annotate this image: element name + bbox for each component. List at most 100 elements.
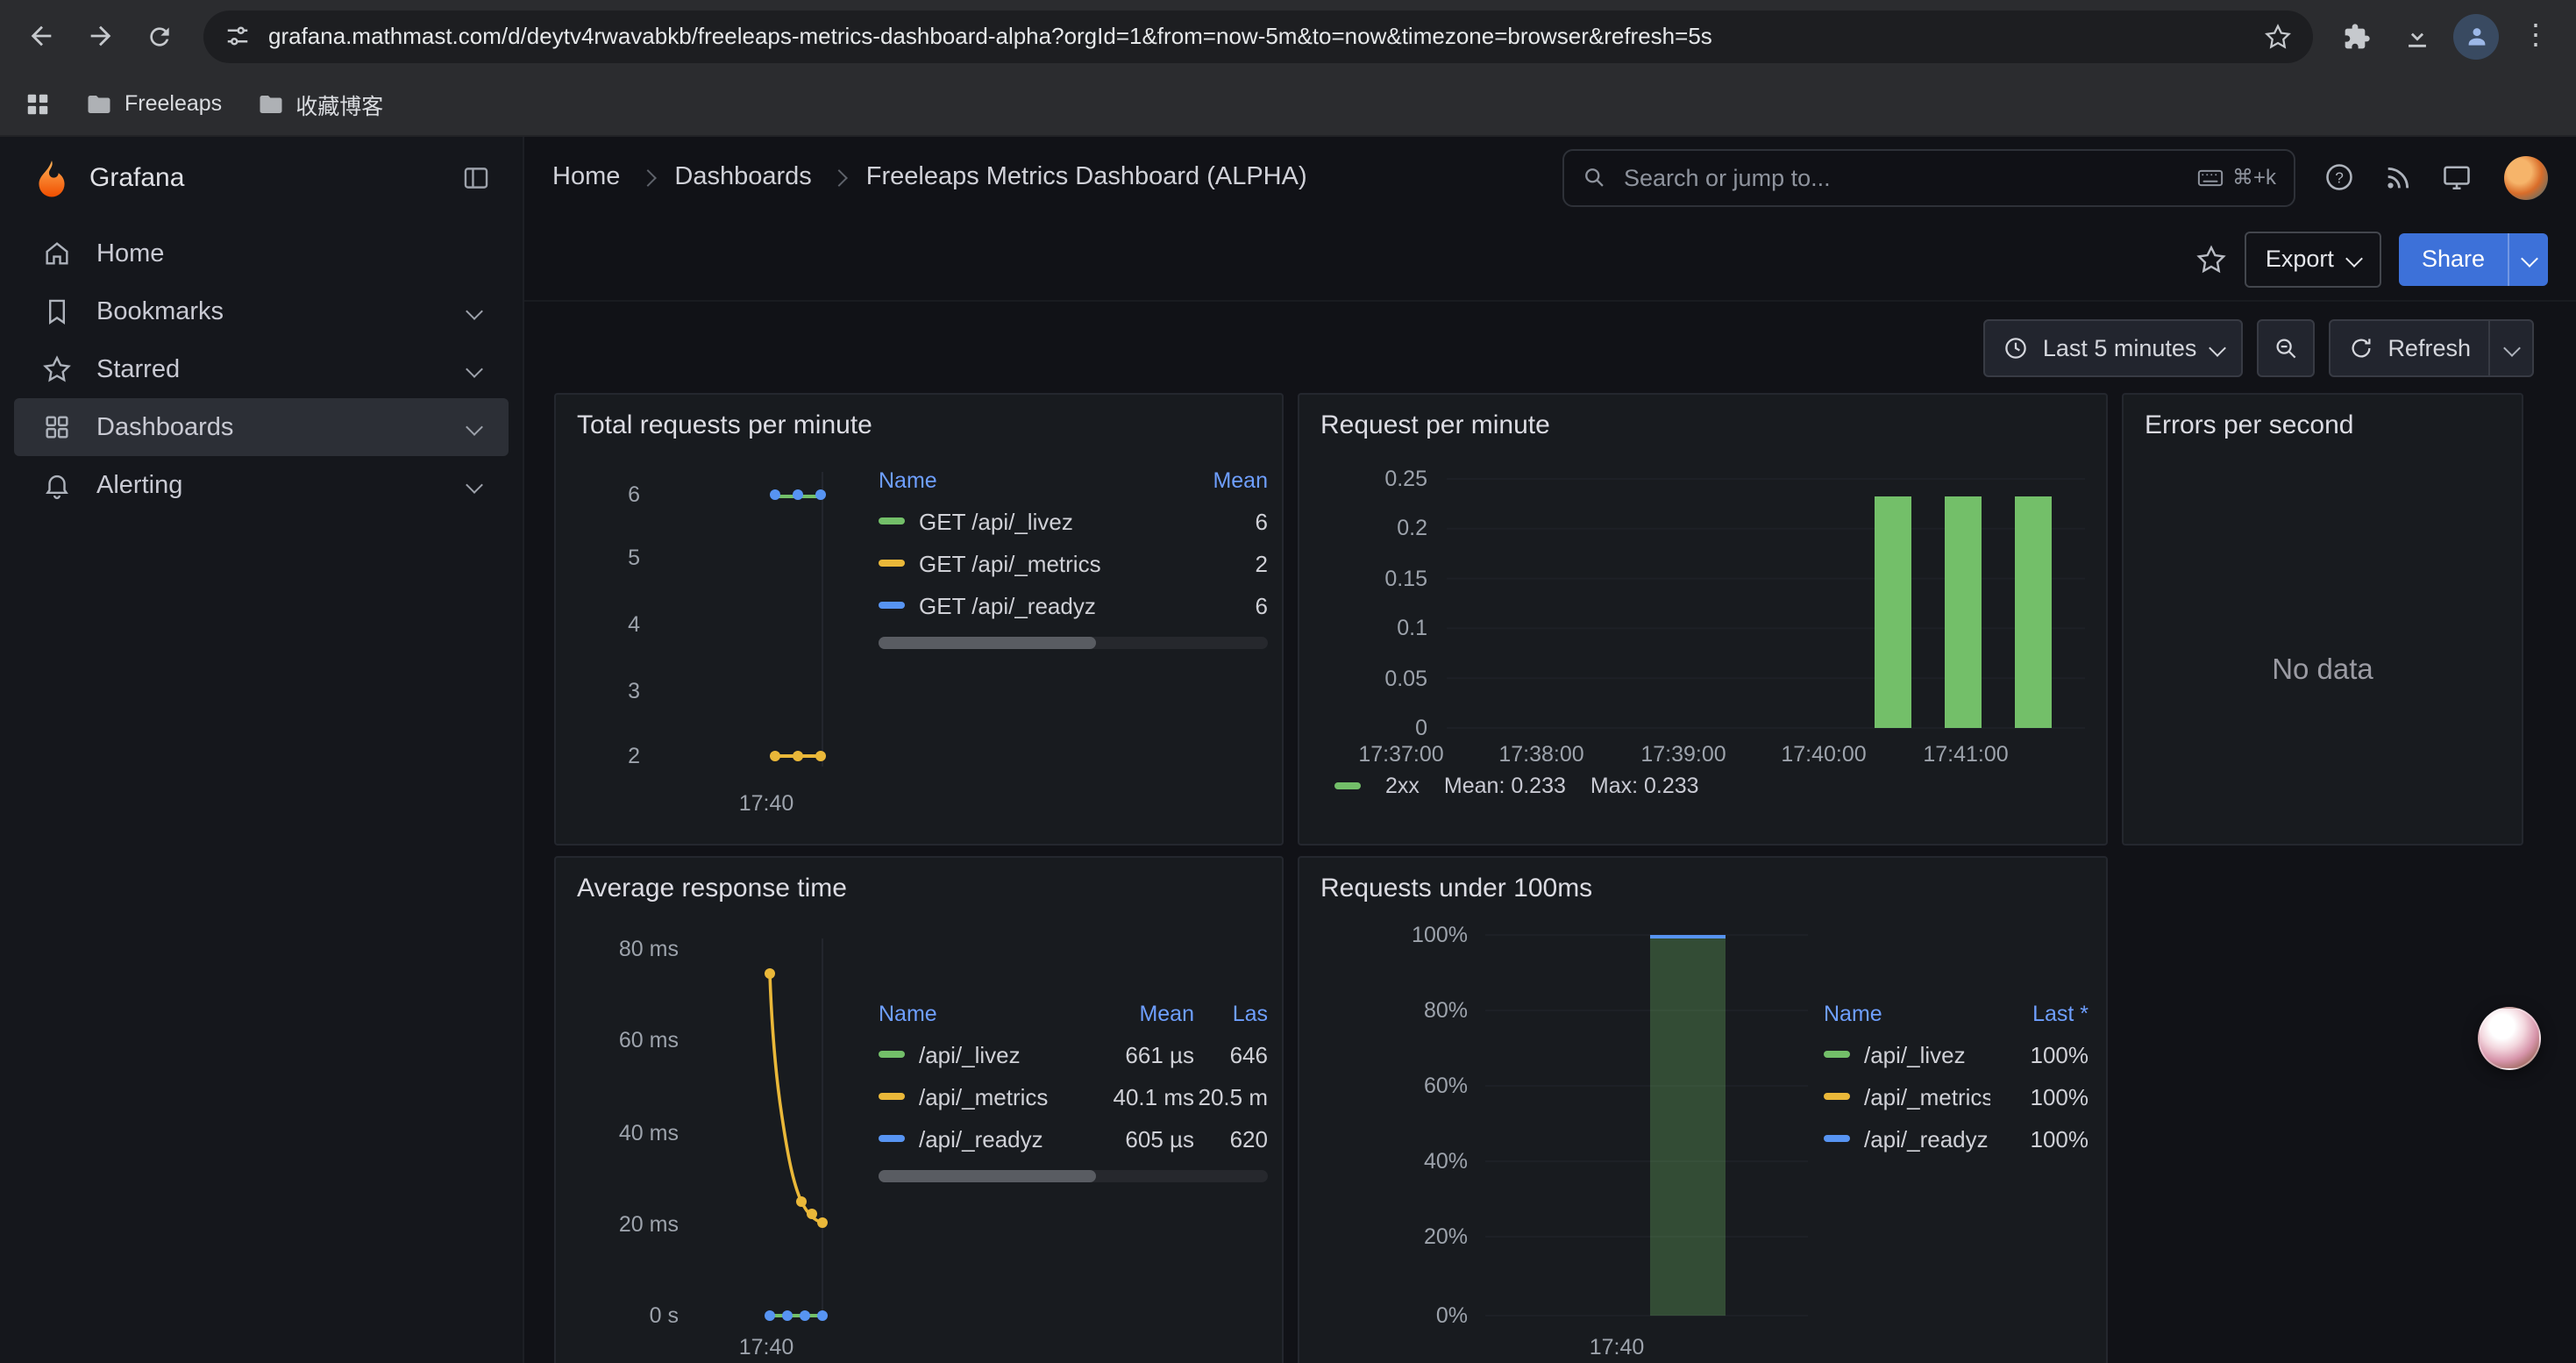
legend-row[interactable]: /api/_readyz 605 µs 620 <box>879 1117 1268 1160</box>
line-chart[interactable]: 6 5 4 3 2 17:40 <box>570 447 879 819</box>
scrollbar-thumb[interactable] <box>879 637 1097 649</box>
scrollbar-thumb[interactable] <box>879 1170 1097 1182</box>
series-last: 100% <box>1990 1083 2089 1110</box>
legend-row[interactable]: GET /api/_livez 6 <box>879 500 1268 542</box>
site-controls-icon[interactable] <box>224 23 251 49</box>
legend-col-last[interactable]: Las <box>1194 1002 1268 1026</box>
legend-scrollbar[interactable] <box>879 637 1268 649</box>
legend-col-last[interactable]: Last * <box>1990 1002 2089 1026</box>
series-name[interactable]: GET /api/_metrics <box>919 550 1170 576</box>
bookmark-folder-freeleaps[interactable]: Freeleaps <box>86 90 222 117</box>
bar-chart[interactable]: 100% 80% 60% 40% 20% 0% 17:40 <box>1313 910 1822 1359</box>
share-button[interactable]: Share <box>2399 232 2508 285</box>
assistant-avatar-overlay[interactable] <box>2478 1007 2541 1070</box>
y-tick: 0.15 <box>1384 567 1427 591</box>
brand-name[interactable]: Grafana <box>89 162 184 192</box>
favorite-dashboard-button[interactable] <box>2195 243 2227 275</box>
sidebar-item-home[interactable]: Home <box>14 225 509 282</box>
legend-row[interactable]: GET /api/_readyz 6 <box>879 584 1268 626</box>
legend-scrollbar[interactable] <box>879 1170 1268 1182</box>
search-shortcut: ⌘+k <box>2197 165 2276 189</box>
back-arrow-icon <box>25 21 55 51</box>
legend-header: Name Mean Las <box>879 995 1268 1033</box>
series-name[interactable]: /api/_readyz <box>1864 1125 1990 1152</box>
sidebar-item-bookmarks[interactable]: Bookmarks <box>14 282 509 340</box>
panel-body: No data <box>2124 447 2522 816</box>
legend-col-name[interactable]: Name <box>879 468 1170 493</box>
collapse-sidebar-button[interactable] <box>461 162 491 192</box>
panel-title[interactable]: Errors per second <box>2124 395 2522 447</box>
back-button[interactable] <box>14 10 67 62</box>
help-button[interactable]: ? <box>2323 161 2355 193</box>
bookmark-star-icon[interactable] <box>2264 22 2292 50</box>
url-input[interactable] <box>265 21 2250 51</box>
refresh-interval-dropdown[interactable] <box>2488 320 2532 375</box>
y-tick: 6 <box>628 482 640 507</box>
display-button[interactable] <box>2441 161 2473 193</box>
breadcrumb-dashboards[interactable]: Dashboards <box>674 163 811 191</box>
dashboard-canvas: Total requests per minute 6 5 4 3 2 17:4… <box>524 393 2576 1363</box>
refresh-button[interactable]: Refresh <box>2330 320 2488 375</box>
panel-title[interactable]: Request per minute <box>1299 395 2106 447</box>
sidebar-item-starred[interactable]: Starred <box>14 340 509 398</box>
zoom-out-button[interactable] <box>2256 318 2314 376</box>
bookmark-folder-blogs[interactable]: 收藏博客 <box>257 87 383 120</box>
legend: Name Mean GET /api/_livez 6 GET /api/_me… <box>879 447 1268 819</box>
panel-body: 6 5 4 3 2 17:40 <box>556 447 1282 833</box>
shortcut-label: ⌘+k <box>2232 165 2276 189</box>
extensions-button[interactable] <box>2330 10 2383 62</box>
forward-button[interactable] <box>74 10 126 62</box>
series-name[interactable]: /api/_metrics <box>1864 1083 1990 1110</box>
apps-grid-icon[interactable] <box>25 90 51 117</box>
breadcrumb-home[interactable]: Home <box>552 163 620 191</box>
star-outline-icon <box>2195 243 2227 275</box>
legend-col-name[interactable]: Name <box>879 1002 1096 1026</box>
profile-button[interactable] <box>2450 10 2502 62</box>
y-tick: 40 ms <box>619 1121 679 1145</box>
news-button[interactable] <box>2383 162 2413 192</box>
user-avatar[interactable] <box>2504 155 2548 199</box>
series-name[interactable]: /api/_livez <box>919 1041 1096 1067</box>
url-bar[interactable] <box>203 10 2313 62</box>
y-tick: 60% <box>1424 1074 1468 1098</box>
panel-title[interactable]: Average response time <box>556 858 1282 910</box>
legend-row[interactable]: /api/_livez 661 µs 646 <box>879 1033 1268 1075</box>
export-button[interactable]: Export <box>2245 231 2381 287</box>
legend-row[interactable]: /api/_metrics 100% <box>1824 1075 2089 1117</box>
y-tick: 4 <box>628 612 640 637</box>
series-name[interactable]: /api/_livez <box>1864 1041 1990 1067</box>
series-name[interactable]: GET /api/_livez <box>919 508 1170 534</box>
legend-row[interactable]: /api/_metrics 40.1 ms 20.5 m <box>879 1075 1268 1117</box>
series-name[interactable]: /api/_metrics <box>919 1083 1096 1110</box>
downloads-button[interactable] <box>2390 10 2443 62</box>
chevron-down-icon <box>2209 339 2226 356</box>
app-header: Home Dashboards Freeleaps Metrics Dashbo… <box>524 137 2576 218</box>
time-range-picker[interactable]: Last 5 minutes <box>1983 318 2243 376</box>
sidebar-item-dashboards[interactable]: Dashboards <box>14 398 509 456</box>
reload-button[interactable] <box>133 10 186 62</box>
panel-title[interactable]: Requests under 100ms <box>1299 858 2106 910</box>
series-name[interactable]: GET /api/_readyz <box>919 592 1170 618</box>
legend-col-name[interactable]: Name <box>1824 1002 1990 1026</box>
line-chart[interactable]: 80 ms 60 ms 40 ms 20 ms 0 s 17:40 <box>570 910 879 1359</box>
legend-row[interactable]: GET /api/_metrics 2 <box>879 542 1268 584</box>
browser-menu-button[interactable]: ⋮ <box>2509 10 2562 62</box>
chevron-down-icon <box>466 303 483 320</box>
search-input[interactable] <box>1620 162 2183 192</box>
bar-chart[interactable]: 0.25 0.2 0.15 0.1 0.05 0 17:37:00 17:38:… <box>1313 447 2096 770</box>
sidebar-item-alerting[interactable]: Alerting <box>14 456 509 514</box>
series-name[interactable]: 2xx <box>1385 774 1420 798</box>
grafana-logo[interactable] <box>32 157 72 197</box>
series-name[interactable]: /api/_readyz <box>919 1125 1096 1152</box>
series-color-green <box>1824 1052 1850 1058</box>
legend-col-mean[interactable]: Mean <box>1096 1002 1194 1026</box>
legend-row[interactable]: /api/_readyz 100% <box>1824 1117 2089 1160</box>
y-tick: 80% <box>1424 998 1468 1023</box>
legend-col-mean[interactable]: Mean <box>1170 468 1268 493</box>
share-dropdown-button[interactable] <box>2508 232 2548 285</box>
legend-row[interactable]: /api/_livez 100% <box>1824 1033 2089 1075</box>
bookmarks-bar: Freeleaps 收藏博客 <box>0 72 2576 137</box>
panel-title[interactable]: Total requests per minute <box>556 395 1282 447</box>
forward-arrow-icon <box>85 21 115 51</box>
search-bar[interactable]: ⌘+k <box>1562 148 2295 206</box>
